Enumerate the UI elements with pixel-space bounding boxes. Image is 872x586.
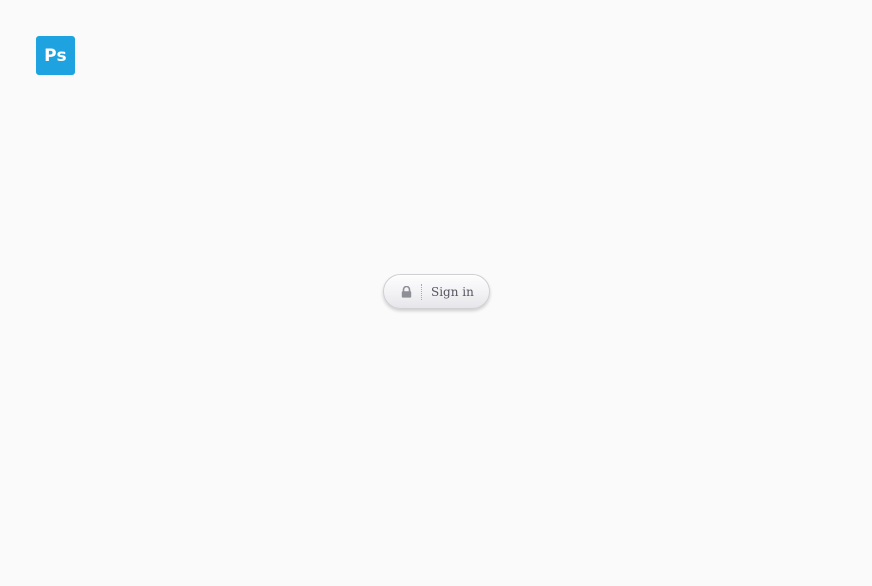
lock-icon — [401, 285, 412, 298]
sign-in-label: Sign in — [431, 284, 474, 299]
button-divider — [421, 283, 422, 300]
app-logo: Ps — [36, 36, 75, 75]
sign-in-button[interactable]: Sign in — [383, 274, 490, 309]
